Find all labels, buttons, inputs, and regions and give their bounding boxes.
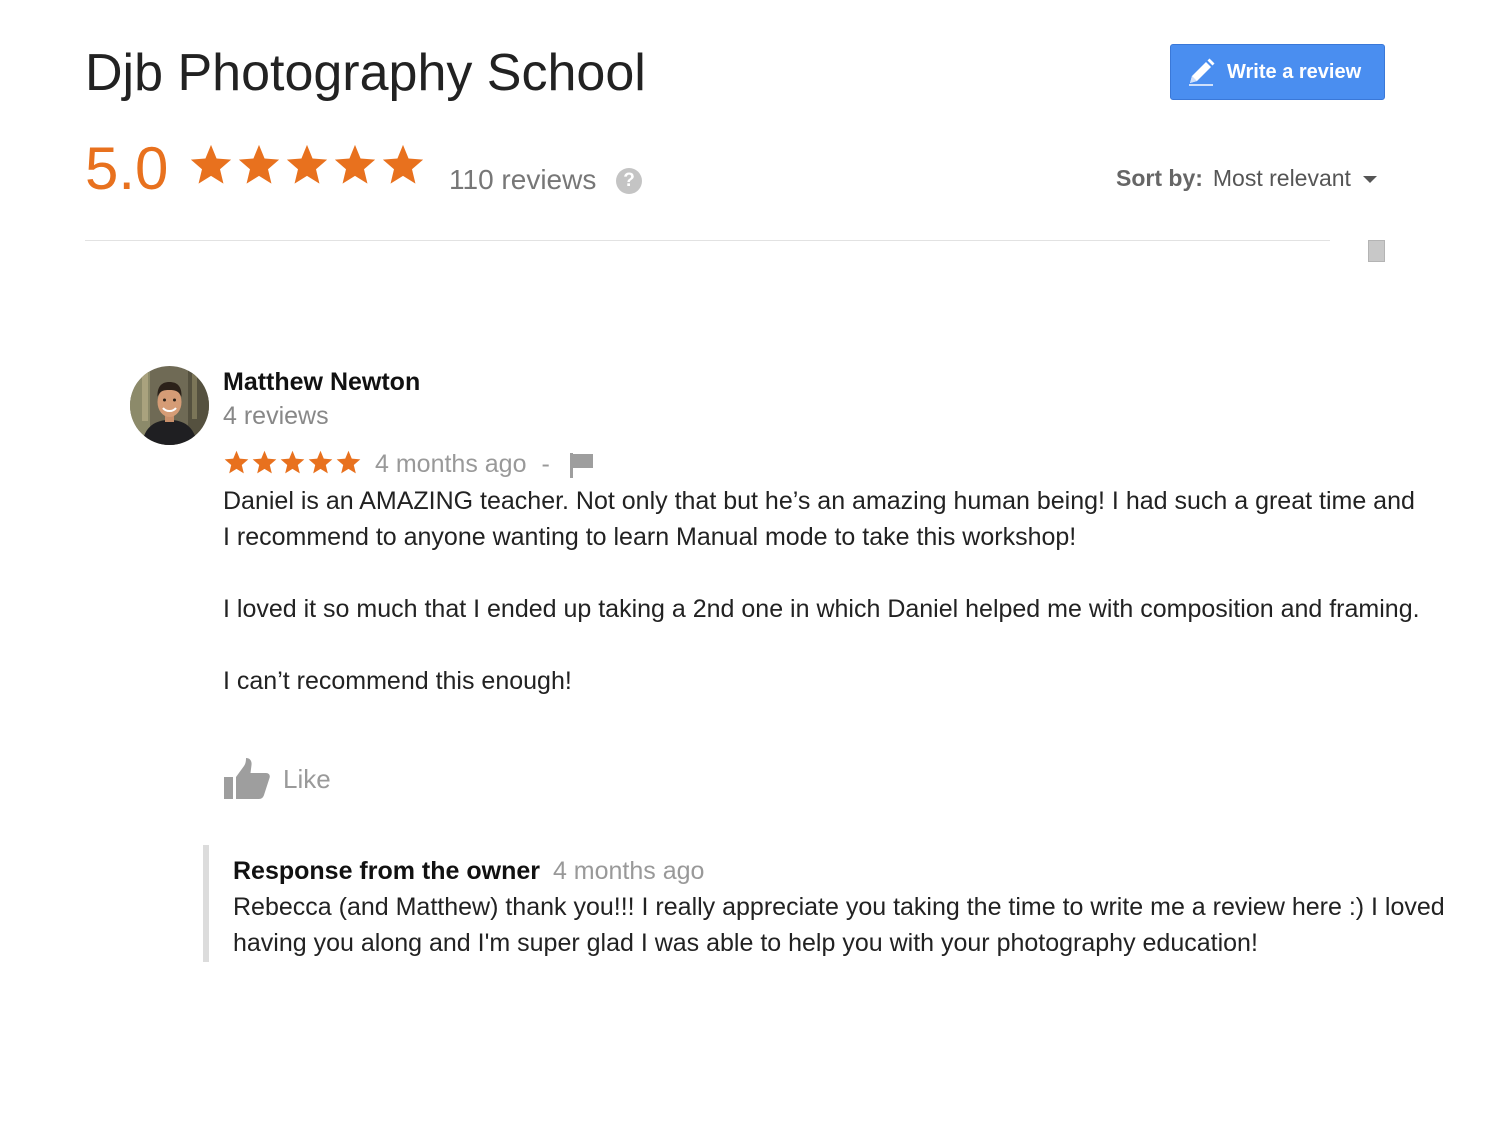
owner-response-title: Response from the owner xyxy=(233,857,540,885)
star-icon xyxy=(284,142,330,188)
star-icon xyxy=(279,449,306,476)
star-icon xyxy=(236,142,282,188)
owner-response-header: Response from the owner 4 months ago xyxy=(233,855,704,887)
business-title: Djb Photography School xyxy=(85,44,646,102)
review-time-separator: - xyxy=(541,450,550,478)
star-icon xyxy=(335,449,362,476)
thumbs-up-icon xyxy=(224,758,270,799)
help-icon[interactable]: ? xyxy=(616,168,642,194)
scrollbar-thumb[interactable] xyxy=(1368,240,1385,262)
sort-dropdown[interactable]: Sort by: Most relevant xyxy=(1116,163,1377,193)
review-text: Daniel is an AMAZING teacher. Not only t… xyxy=(223,483,1423,699)
review-count[interactable]: 110 reviews xyxy=(449,162,596,198)
owner-response-time: 4 months ago xyxy=(552,857,705,885)
like-button[interactable]: Like xyxy=(223,758,331,800)
pencil-icon xyxy=(1185,56,1217,88)
star-icon xyxy=(251,449,278,476)
caret-down-icon xyxy=(1362,175,1377,183)
review-paragraph: Daniel is an AMAZING teacher. Not only t… xyxy=(223,487,1415,551)
review-time-text: 4 months ago xyxy=(375,450,527,478)
review-paragraph: I loved it so much that I ended up takin… xyxy=(223,595,1420,623)
write-review-button[interactable]: Write a review xyxy=(1170,44,1385,100)
rating-stars xyxy=(188,142,426,188)
star-icon xyxy=(188,142,234,188)
avatar[interactable] xyxy=(130,366,209,445)
flag-icon[interactable] xyxy=(568,452,596,478)
average-rating: 5.0 xyxy=(85,135,169,202)
review-time: 4 months ago - xyxy=(375,448,550,480)
reviewer-review-count: 4 reviews xyxy=(223,402,329,430)
write-review-label: Write a review xyxy=(1227,60,1362,83)
owner-response-text: Rebecca (and Matthew) thank you!!! I rea… xyxy=(233,893,1445,957)
star-icon xyxy=(380,142,426,188)
star-icon xyxy=(223,449,250,476)
star-icon xyxy=(307,449,334,476)
review-stars xyxy=(223,449,362,476)
reviewer-name[interactable]: Matthew Newton xyxy=(223,366,420,398)
header-divider xyxy=(85,240,1330,241)
star-icon xyxy=(332,142,378,188)
sort-value: Most relevant xyxy=(1212,165,1351,191)
like-label: Like xyxy=(283,764,331,794)
review-paragraph: I can’t recommend this enough! xyxy=(223,667,572,695)
sort-label: Sort by: xyxy=(1116,165,1203,191)
response-bar xyxy=(203,845,209,962)
